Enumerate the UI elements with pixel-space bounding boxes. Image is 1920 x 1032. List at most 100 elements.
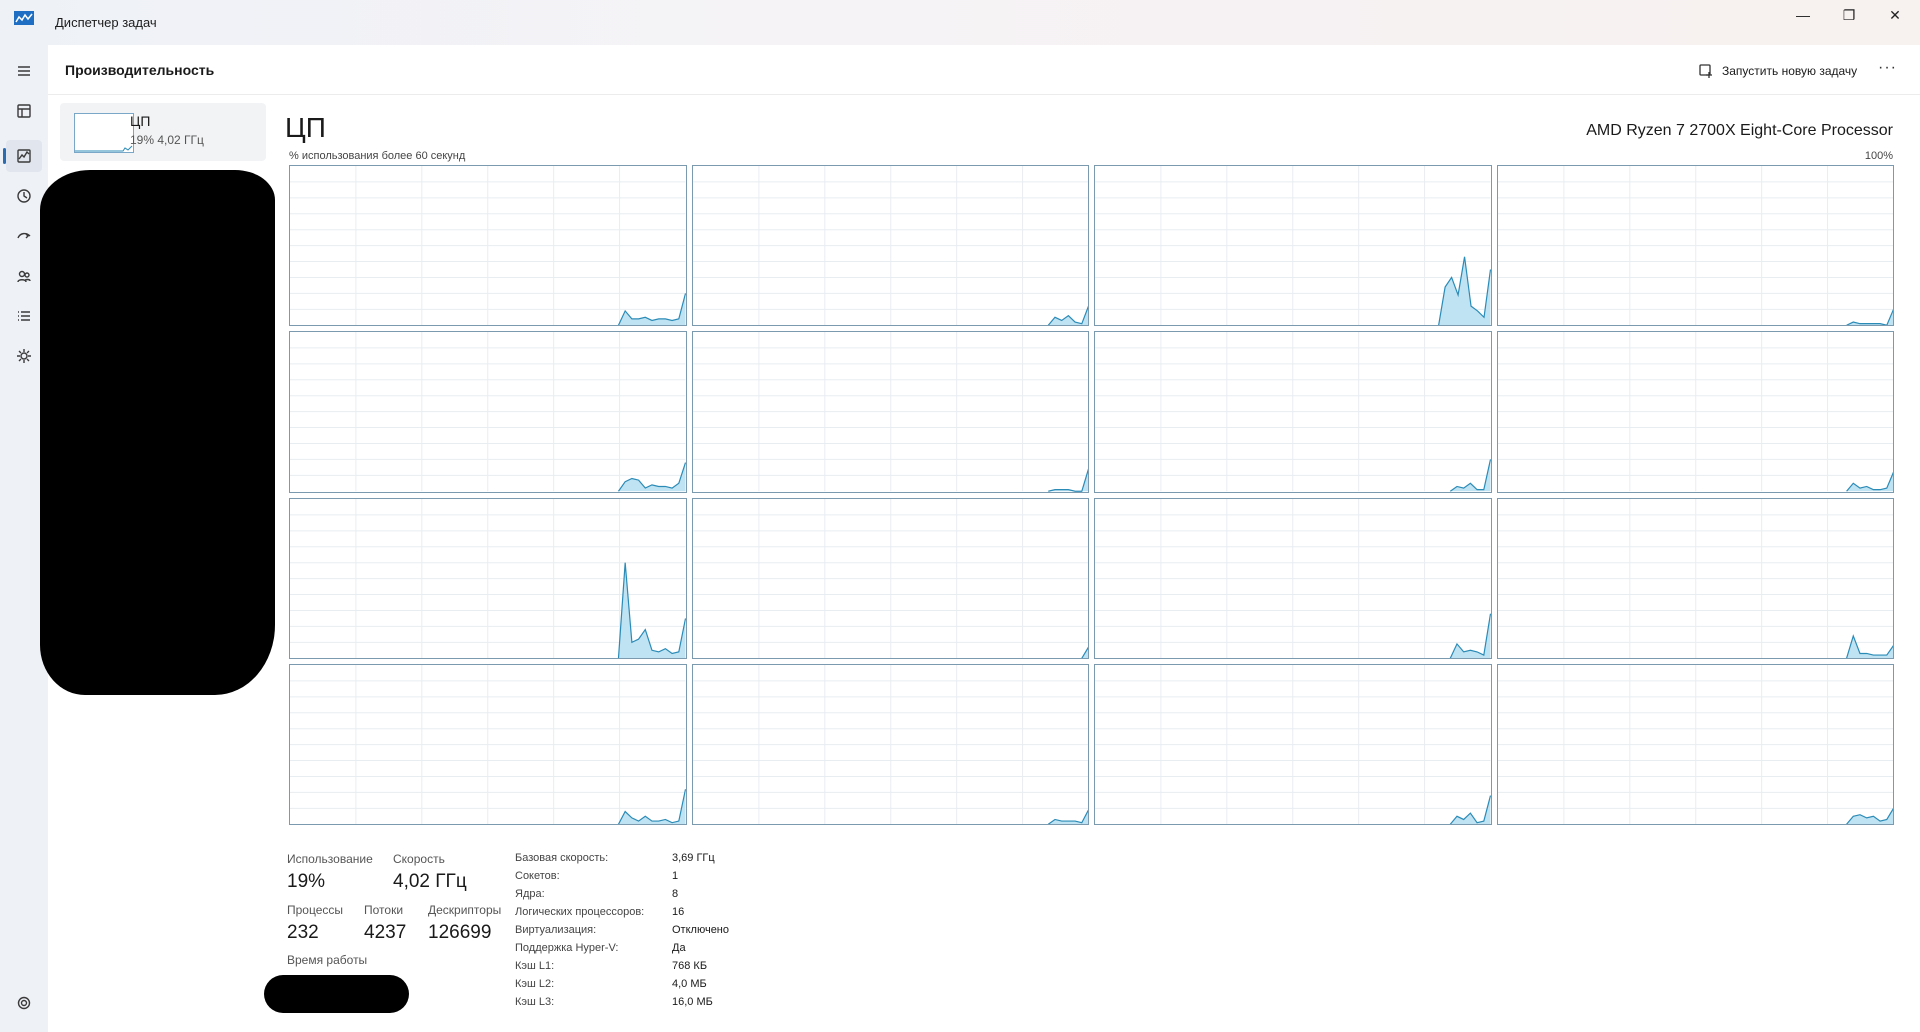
core-graph-svg bbox=[1095, 332, 1491, 492]
spec-label: Логических процессоров: bbox=[515, 906, 645, 918]
window-title: Диспетчер задач bbox=[55, 15, 157, 30]
handles-label: Дескрипторы bbox=[428, 903, 502, 917]
spec-value: 768 КБ bbox=[672, 960, 708, 972]
page-title: Производительность bbox=[65, 62, 215, 78]
redacted-uptime bbox=[264, 975, 409, 1013]
core-graph-svg bbox=[290, 664, 686, 824]
threads-value: 4237 bbox=[364, 922, 407, 943]
core-graph bbox=[289, 497, 687, 659]
core-graph-svg bbox=[1497, 332, 1893, 492]
handles-value: 126699 bbox=[428, 922, 492, 943]
core-graph bbox=[1496, 663, 1894, 825]
more-options-button[interactable]: ··· bbox=[1878, 59, 1897, 77]
app-history-icon bbox=[17, 189, 31, 203]
core-graph bbox=[1094, 663, 1492, 825]
usage-area bbox=[1846, 309, 1893, 326]
logical-processor-graphs bbox=[289, 165, 1894, 825]
core-graph-svg bbox=[290, 166, 686, 326]
graph-caption: % использования более 60 секунд bbox=[289, 150, 466, 162]
spec-value: 4,0 МБ bbox=[672, 978, 707, 990]
restore-icon: ❐ bbox=[1842, 6, 1856, 23]
spec-value: 8 bbox=[672, 888, 679, 900]
core-graph bbox=[1094, 331, 1492, 493]
core-graph-svg bbox=[1095, 166, 1491, 326]
spec-label: Кэш L2: bbox=[515, 978, 555, 990]
run-task-label: Запустить новую задачу bbox=[1722, 64, 1858, 78]
spec-label: Виртуализация: bbox=[515, 924, 597, 936]
task-manager-app-icon bbox=[14, 11, 34, 25]
minimize-icon: — bbox=[1796, 7, 1810, 23]
core-graph bbox=[691, 663, 1089, 825]
core-graph-svg bbox=[290, 332, 686, 492]
core-graph-svg bbox=[1095, 498, 1491, 658]
nav-details[interactable] bbox=[6, 300, 42, 332]
spec-label: Кэш L3: bbox=[515, 996, 555, 1008]
processes-icon bbox=[17, 104, 31, 118]
core-graph bbox=[289, 165, 687, 327]
spec-value: Да bbox=[672, 942, 686, 954]
hamburger-menu-icon bbox=[18, 66, 30, 76]
users-icon bbox=[17, 270, 31, 283]
usage-area bbox=[1438, 256, 1491, 326]
redacted-region bbox=[40, 170, 275, 695]
maximize-button[interactable]: ❐ bbox=[1826, 0, 1872, 30]
spec-label: Кэш L1: bbox=[515, 960, 555, 972]
nav-users[interactable] bbox=[6, 260, 42, 292]
core-graph bbox=[1094, 497, 1492, 659]
core-graph-svg bbox=[1095, 664, 1491, 824]
usage-value: 19% bbox=[287, 871, 326, 892]
usage-label: Использование bbox=[287, 852, 373, 866]
core-graph bbox=[691, 331, 1089, 493]
cpu-model-name: AMD Ryzen 7 2700X Eight-Core Processor bbox=[1586, 122, 1893, 139]
core-graph bbox=[1496, 331, 1894, 493]
core-graph-svg bbox=[1497, 664, 1893, 824]
gear-icon bbox=[17, 996, 31, 1010]
settings-button[interactable] bbox=[6, 987, 42, 1019]
spec-label: Сокетов: bbox=[515, 870, 560, 882]
core-graph bbox=[289, 663, 687, 825]
speed-value: 4,02 ГГц bbox=[393, 871, 467, 892]
core-graph bbox=[289, 331, 687, 493]
cpu-thumbnail-line bbox=[75, 145, 133, 152]
perf-item-cpu-sub: 19% 4,02 ГГц bbox=[130, 133, 204, 147]
title-bar: Диспетчер задач — ❐ ✕ bbox=[0, 0, 1920, 45]
nav-startup-apps[interactable] bbox=[6, 220, 42, 252]
uptime-label: Время работы bbox=[287, 953, 368, 967]
hamburger-menu-button[interactable] bbox=[6, 55, 42, 87]
perf-item-cpu[interactable]: ЦП 19% 4,02 ГГц bbox=[60, 103, 266, 161]
threads-label: Потоки bbox=[364, 903, 404, 917]
core-graph-svg bbox=[1497, 498, 1893, 658]
nav-app-history[interactable] bbox=[6, 180, 42, 212]
speed-label: Скорость bbox=[393, 852, 445, 866]
nav-processes[interactable] bbox=[6, 95, 42, 127]
perf-item-cpu-name: ЦП bbox=[130, 113, 151, 129]
cpu-heading: ЦП bbox=[285, 112, 326, 143]
core-graph bbox=[1496, 497, 1894, 659]
startup-apps-icon bbox=[17, 232, 31, 239]
spec-label: Базовая скорость: bbox=[515, 852, 609, 864]
graph-max-label: 100% bbox=[1864, 150, 1893, 162]
nav-services[interactable] bbox=[6, 340, 42, 372]
processes-label: Процессы bbox=[287, 903, 344, 917]
minimize-button[interactable]: — bbox=[1780, 0, 1826, 30]
run-new-task-button[interactable]: Запустить новую задачу bbox=[1698, 59, 1857, 83]
spec-label: Поддержка Hyper-V: bbox=[515, 942, 619, 954]
core-graph-svg bbox=[692, 664, 1088, 824]
services-icon bbox=[17, 349, 31, 363]
performance-icon bbox=[17, 149, 31, 163]
core-graph-svg bbox=[692, 166, 1088, 326]
processes-value: 232 bbox=[287, 922, 319, 943]
nav-performance[interactable] bbox=[6, 140, 42, 172]
close-button[interactable]: ✕ bbox=[1872, 0, 1918, 30]
details-icon bbox=[18, 311, 30, 321]
core-graph bbox=[691, 497, 1089, 659]
usage-area bbox=[618, 788, 686, 824]
spec-value: 1 bbox=[672, 870, 679, 882]
spec-value: 3,69 ГГц bbox=[672, 852, 715, 864]
usage-area bbox=[618, 462, 686, 492]
core-graph-svg bbox=[692, 498, 1088, 658]
usage-line bbox=[1047, 469, 1088, 492]
close-icon: ✕ bbox=[1889, 6, 1901, 23]
core-graph-svg bbox=[1497, 166, 1893, 326]
core-graph bbox=[1094, 165, 1492, 327]
